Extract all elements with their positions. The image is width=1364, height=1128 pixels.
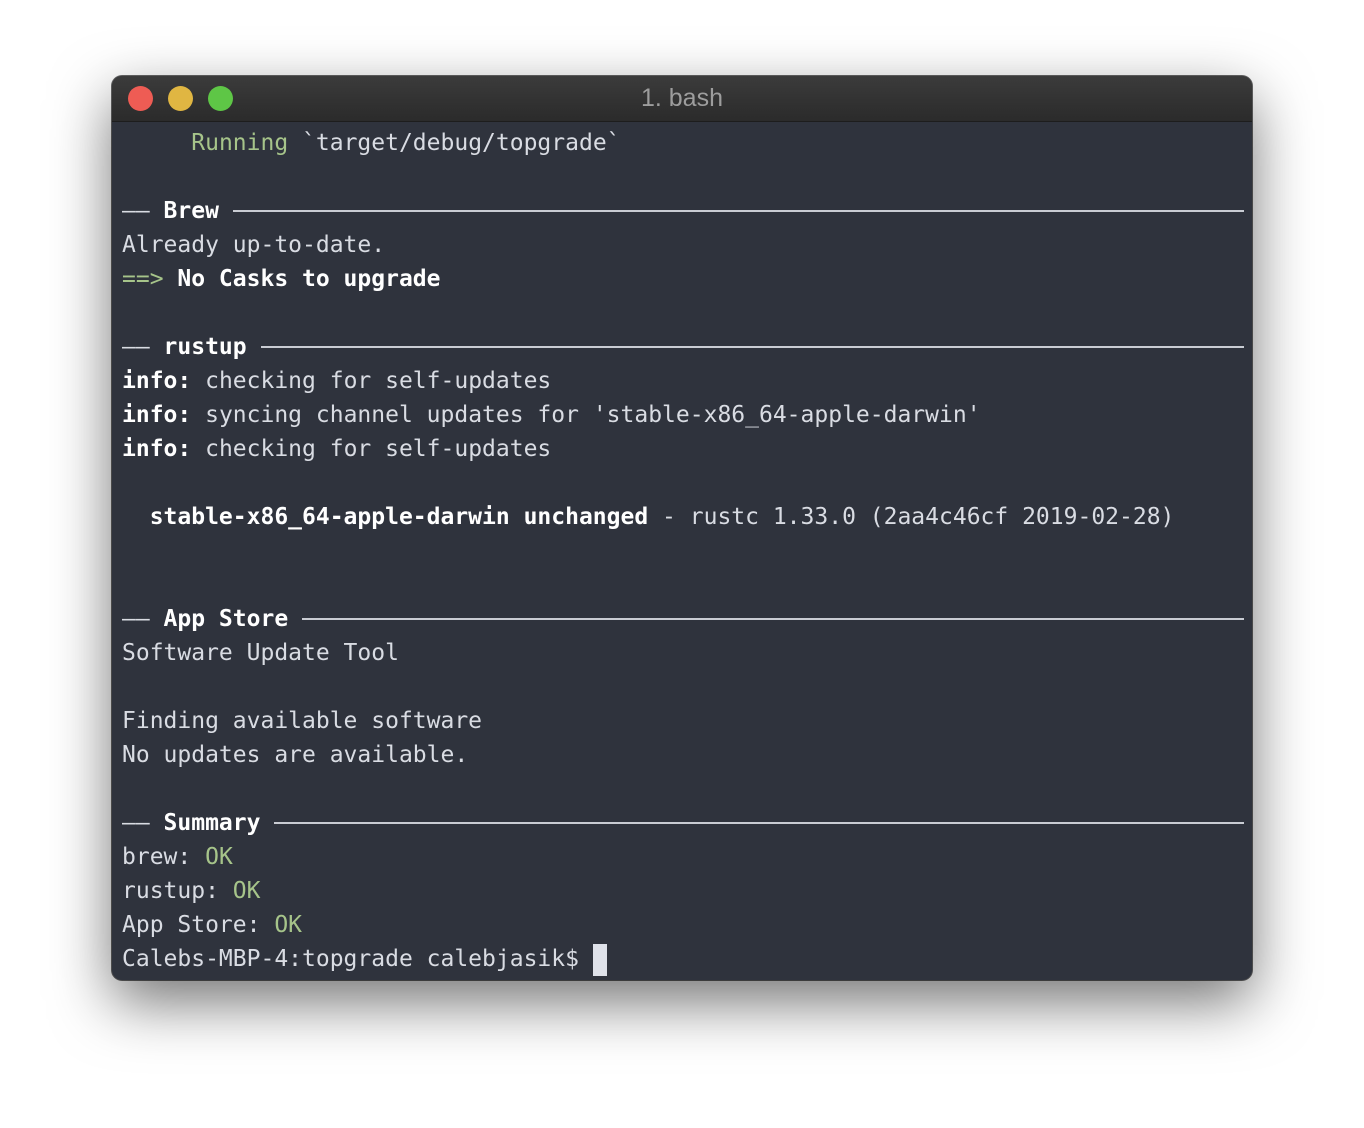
section-header-brew: ―― Brew: [122, 194, 1244, 228]
output-line: info: syncing channel updates for 'stabl…: [122, 402, 981, 428]
text-cursor: [592, 943, 607, 976]
summary-item: brew: OK: [122, 844, 233, 870]
section-title-app-store: App Store: [163, 606, 289, 632]
status-ok: OK: [274, 912, 303, 938]
section-title-summary: Summary: [163, 810, 261, 836]
window-title: 1. bash: [640, 84, 723, 112]
divider-rule: [302, 618, 1244, 620]
output-line: ==> No Casks to upgrade: [122, 266, 441, 292]
prompt-line[interactable]: Calebs-MBP-4:topgrade calebjasik$: [122, 942, 1244, 976]
arrow-marker: ==>: [122, 266, 164, 292]
section-header-rustup: ―― rustup: [122, 330, 1244, 364]
divider-rule: [232, 210, 1244, 212]
output-line: Finding available software: [122, 708, 483, 734]
summary-item: App Store: OK: [122, 912, 303, 938]
status-ok: OK: [232, 878, 261, 904]
divider-rule: [260, 346, 1244, 348]
output-line: Software Update Tool: [122, 640, 399, 666]
output-line: info: checking for self-updates: [122, 368, 552, 394]
section-header-app-store: ―― App Store: [122, 602, 1244, 636]
summary-item: rustup: OK: [122, 878, 261, 904]
running-label: Running: [191, 130, 289, 156]
terminal-window: 1. bash Running `target/debug/topgrade` …: [112, 76, 1252, 980]
running-line: Running `target/debug/topgrade`: [122, 126, 1244, 160]
title-bar[interactable]: 1. bash: [112, 76, 1252, 122]
shell-prompt: Calebs-MBP-4:topgrade calebjasik$: [122, 946, 579, 972]
running-path: `target/debug/topgrade`: [288, 130, 621, 156]
divider-rule: [274, 822, 1244, 824]
section-title-rustup: rustup: [163, 334, 247, 360]
section-title-brew: Brew: [163, 198, 219, 224]
terminal-output[interactable]: Running `target/debug/topgrade` ―― Brew …: [122, 126, 1244, 976]
output-line: info: checking for self-updates: [122, 436, 552, 462]
status-ok: OK: [205, 844, 233, 870]
section-header-summary: ―― Summary: [122, 806, 1244, 840]
output-line: stable-x86_64-apple-darwin unchanged - r…: [122, 504, 1175, 530]
output-line: No updates are available.: [122, 742, 469, 768]
output-line: Already up-to-date.: [122, 232, 386, 258]
